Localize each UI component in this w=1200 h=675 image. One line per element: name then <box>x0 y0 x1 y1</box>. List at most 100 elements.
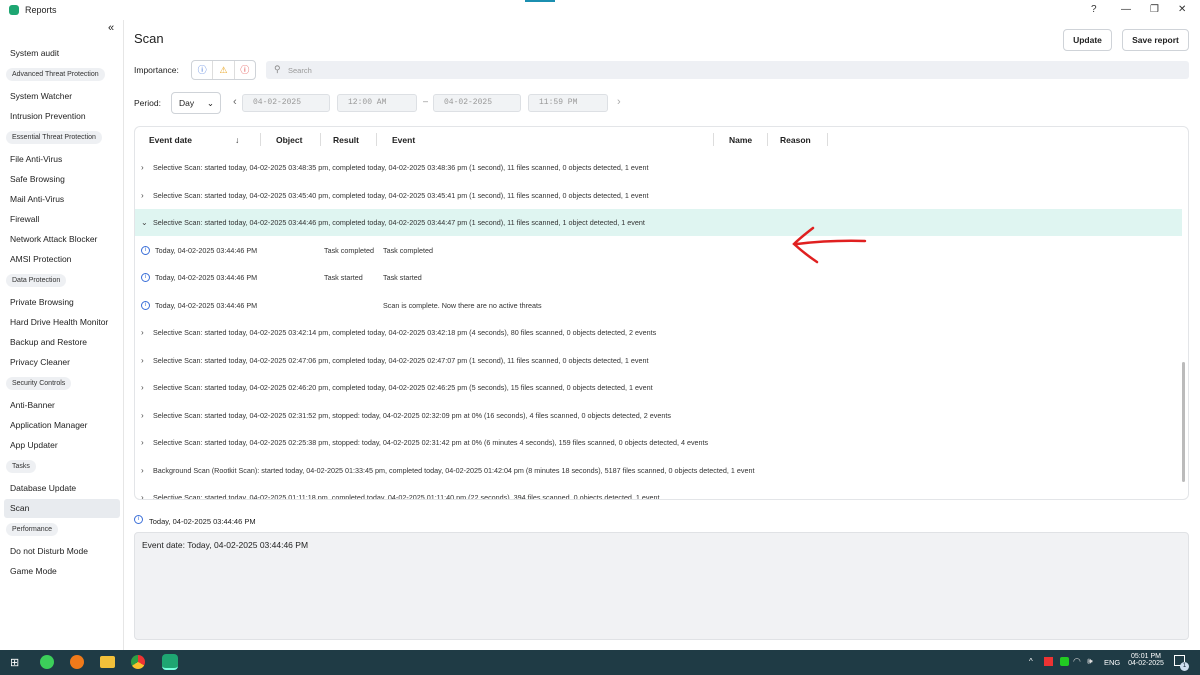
windows-start-icon[interactable]: ⊞ <box>10 656 19 669</box>
scan-group-row[interactable]: › Selective Scan: started today, 04-02-20… <box>135 182 1182 209</box>
minimize-button[interactable]: — <box>1121 4 1131 15</box>
sidebar-item-private-browsing[interactable]: Private Browsing <box>4 293 120 312</box>
range-dash: – <box>423 96 429 106</box>
date-to-field[interactable]: 04-02-2025 <box>433 94 521 112</box>
scan-group-row[interactable]: › Selective Scan: started today, 04-02-20… <box>135 154 1182 181</box>
clock-time: 05:01 PM <box>1131 653 1161 660</box>
scan-group-row[interactable]: › Selective Scan: started today, 04-02-20… <box>135 484 1182 499</box>
sidebar-item-hard-drive-health-monitor[interactable]: Hard Drive Health Monitor <box>4 313 120 332</box>
info-filter-icon[interactable]: ⓘ <box>192 61 214 79</box>
date-from-field[interactable]: 04-02-2025 <box>242 94 330 112</box>
col-result[interactable]: Result <box>333 135 359 145</box>
chevron-right-icon[interactable]: › <box>141 347 144 374</box>
sidebar-item-privacy-cleaner[interactable]: Privacy Cleaner <box>4 353 120 372</box>
sidebar-section-header: Data Protection <box>6 274 67 287</box>
chevron-right-icon[interactable]: › <box>141 319 144 346</box>
sidebar-item-backup-and-restore[interactable]: Backup and Restore <box>4 333 120 352</box>
previous-period-icon[interactable]: ‹ <box>233 96 237 108</box>
sidebar-item-network-attack-blocker[interactable]: Network Attack Blocker <box>4 230 120 249</box>
scan-summary: Selective Scan: started today, 04-02-202… <box>153 355 649 365</box>
chevron-right-icon[interactable]: › <box>141 374 144 401</box>
sidebar-item-game-mode[interactable]: Game Mode <box>4 562 120 581</box>
sidebar-item-database-update[interactable]: Database Update <box>4 479 120 498</box>
sidebar-item-application-manager[interactable]: Application Manager <box>4 416 120 435</box>
clock[interactable]: 05:01 PM 04-02-2025 <box>1126 653 1166 667</box>
title-bar: Reports ? — ❐ ✕ <box>0 0 1200 20</box>
kaspersky-tray-icon[interactable] <box>1060 657 1069 666</box>
firefox-icon[interactable] <box>70 655 84 669</box>
chevron-right-icon[interactable]: › <box>141 457 144 484</box>
language-indicator[interactable]: ENG <box>1104 658 1120 667</box>
file-explorer-icon[interactable] <box>100 656 115 668</box>
sidebar-item-system-watcher[interactable]: System Watcher <box>4 87 120 106</box>
sidebar-item-safe-browsing[interactable]: Safe Browsing <box>4 170 120 189</box>
col-name[interactable]: Name <box>729 135 752 145</box>
chrome-icon[interactable] <box>131 655 145 669</box>
save-report-button[interactable]: Save report <box>1122 29 1189 51</box>
sort-desc-icon[interactable]: ↓ <box>235 135 239 145</box>
sidebar-item-amsi-protection[interactable]: AMSI Protection <box>4 250 120 269</box>
event-row[interactable]: i Today, 04-02-2025 03:44:46 PM Scan is co… <box>135 292 1182 319</box>
sidebar-item-do-not-disturb-mode[interactable]: Do not Disturb Mode <box>4 542 120 561</box>
drag-indicator <box>525 0 555 2</box>
chevron-right-icon[interactable]: › <box>141 182 144 209</box>
help-icon[interactable]: ? <box>1091 4 1097 15</box>
scan-group-row[interactable]: › Selective Scan: started today, 04-02-20… <box>135 374 1182 401</box>
red-arrow-annotation <box>792 226 867 264</box>
scan-group-row[interactable]: › Selective Scan: started today, 04-02-20… <box>135 402 1182 429</box>
maximize-button[interactable]: ❐ <box>1150 4 1159 15</box>
page-title: Scan <box>134 31 164 46</box>
sidebar-item-intrusion-prevention[interactable]: Intrusion Prevention <box>4 107 120 126</box>
scan-summary: Selective Scan: started today, 04-02-202… <box>153 190 649 200</box>
col-event-date[interactable]: Event date <box>149 135 192 145</box>
period-select[interactable]: Day ⌄ <box>171 92 221 114</box>
sidebar-item-file-anti-virus[interactable]: File Anti-Virus <box>4 150 120 169</box>
col-object[interactable]: Object <box>276 135 302 145</box>
col-event[interactable]: Event <box>392 135 415 145</box>
warning-filter-icon[interactable]: ⚠ <box>213 61 235 79</box>
amd-icon[interactable] <box>1044 657 1053 666</box>
wifi-icon[interactable]: ◠ <box>1073 656 1081 667</box>
time-to-value: 11:59 PM <box>539 98 578 107</box>
sidebar-item-system-audit[interactable]: System audit <box>4 44 120 63</box>
sidebar: « System audit Advanced Threat Protection… <box>0 20 124 650</box>
search-input[interactable]: ⚲ Search <box>266 61 1189 79</box>
collapse-sidebar-icon[interactable]: « <box>108 22 114 34</box>
taskbar: ⊞ ^ ◠ 🕪 ENG 05:01 PM 04-02-2025 1 <box>0 650 1200 675</box>
sidebar-item-anti-banner[interactable]: Anti-Banner <box>4 396 120 415</box>
update-button[interactable]: Update <box>1063 29 1112 51</box>
event-row[interactable]: i Today, 04-02-2025 03:44:46 PM Task start… <box>135 264 1182 291</box>
chevron-down-icon[interactable]: ⌄ <box>141 209 148 236</box>
critical-filter-icon[interactable]: ⓘ <box>235 61 255 79</box>
chevron-right-icon[interactable]: › <box>141 154 144 181</box>
tray-chevron-icon[interactable]: ^ <box>1029 657 1033 666</box>
scan-summary: Selective Scan: started today, 04-02-202… <box>153 383 653 392</box>
sidebar-item-scan[interactable]: Scan <box>4 499 120 518</box>
event-result: Task completed <box>324 245 374 255</box>
table-scrollbar[interactable] <box>1182 362 1185 482</box>
scan-group-row[interactable]: › Selective Scan: started today, 04-02-20… <box>135 347 1182 374</box>
sidebar-item-mail-anti-virus[interactable]: Mail Anti-Virus <box>4 190 120 209</box>
scan-group-row[interactable]: › Selective Scan: started today, 04-02-20… <box>135 319 1182 346</box>
whatsapp-icon[interactable] <box>40 655 54 669</box>
volume-icon[interactable]: 🕪 <box>1087 656 1093 667</box>
col-reason[interactable]: Reason <box>780 135 811 145</box>
chevron-right-icon[interactable]: › <box>141 402 144 429</box>
event-date: Today, 04-02-2025 03:44:46 PM <box>155 300 258 310</box>
scan-group-row[interactable]: › Background Scan (Rootkit Scan): started… <box>135 457 1182 484</box>
chevron-down-icon: ⌄ <box>206 98 214 108</box>
chevron-right-icon[interactable]: › <box>141 429 144 456</box>
sidebar-item-firewall[interactable]: Firewall <box>4 210 120 229</box>
next-period-icon[interactable]: › <box>617 96 621 108</box>
scan-summary: Selective Scan: started today, 04-02-202… <box>153 218 645 227</box>
sidebar-item-app-updater[interactable]: App Updater <box>4 436 120 455</box>
scan-group-row[interactable]: ⌄ Selective Scan: started today, 04-02-20… <box>135 209 1182 236</box>
close-button[interactable]: ✕ <box>1178 4 1186 15</box>
kaspersky-taskbar-icon[interactable] <box>162 654 178 670</box>
app-logo-icon <box>9 5 19 15</box>
scan-group-row[interactable]: › Selective Scan: started today, 04-02-20… <box>135 429 1182 456</box>
time-from-field[interactable]: 12:00 AM <box>337 94 417 112</box>
event-row[interactable]: i Today, 04-02-2025 03:44:46 PM Task compl… <box>135 237 1182 264</box>
chevron-right-icon[interactable]: › <box>141 484 144 499</box>
time-to-field[interactable]: 11:59 PM <box>528 94 608 112</box>
